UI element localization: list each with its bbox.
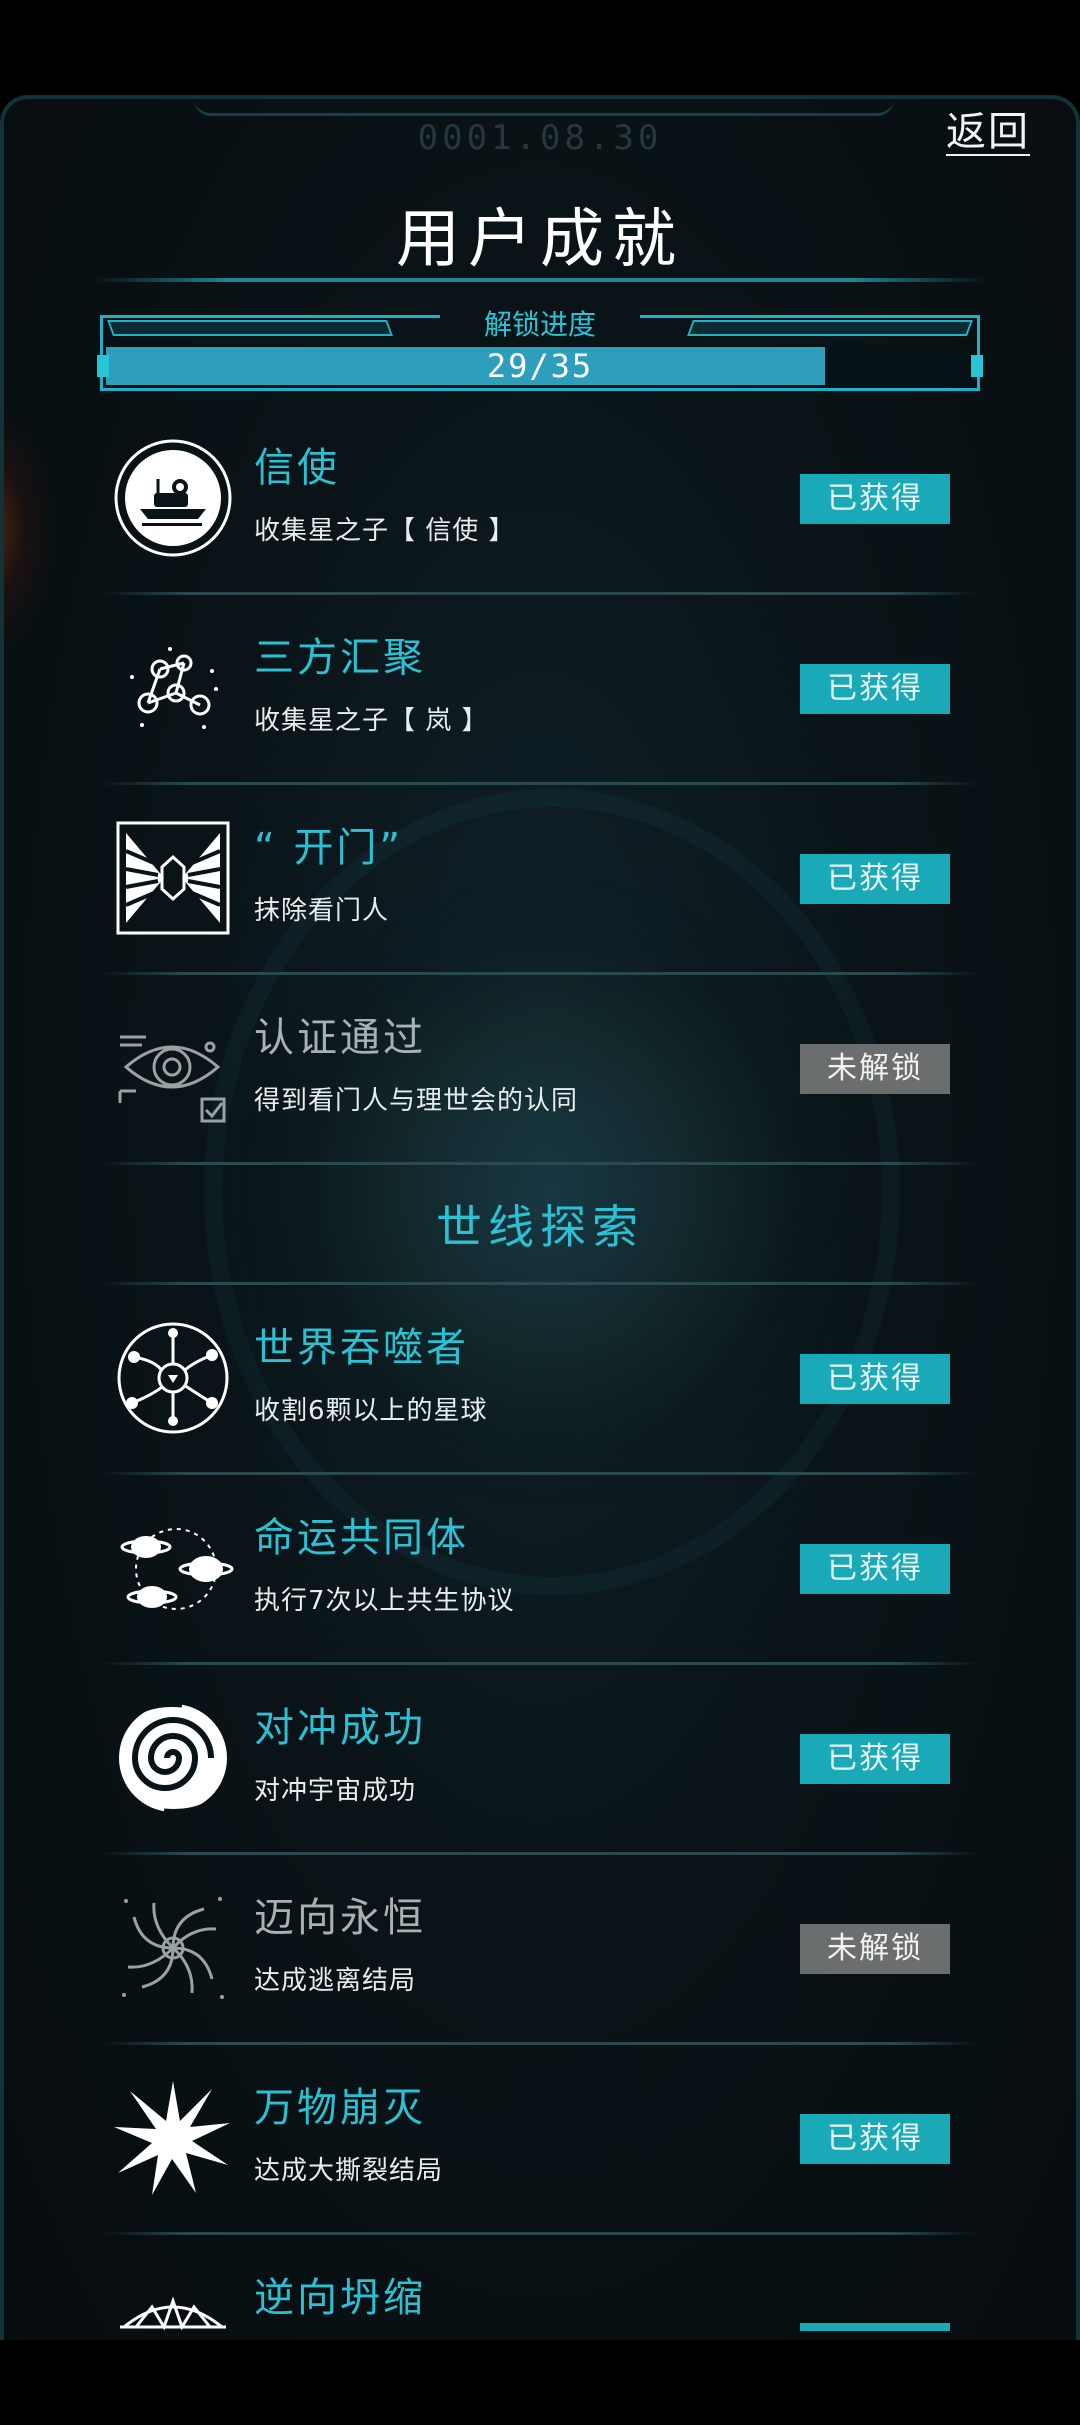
achievement-desc: 达成大撕裂结局 — [254, 2156, 444, 2186]
achievement-name: 三方汇聚 — [254, 635, 426, 681]
status-badge: 已获得 — [800, 1734, 950, 1784]
unlock-progress: 解锁进度 29/35 — [97, 305, 983, 391]
orbit-network-icon — [112, 1317, 234, 1439]
progress-track: 29/35 — [106, 347, 974, 385]
spiral-galaxy-icon — [112, 1887, 234, 2009]
achievement-item[interactable]: 信使 收集星之子【 信使 】 已获得 — [100, 405, 980, 595]
achievement-name: 命运共同体 — [254, 1515, 469, 1561]
achievement-item[interactable]: 对冲成功 对冲宇宙成功 已获得 — [100, 1665, 980, 1855]
achievement-name: 信使 — [254, 445, 340, 491]
achievement-item[interactable]: “ 开门” 抹除看门人 已获得 — [100, 785, 980, 975]
achievement-desc: 对冲宇宙成功 — [254, 1776, 417, 1806]
status-badge: 已获得 — [800, 1354, 950, 1404]
achievement-name: 认证通过 — [254, 1015, 426, 1061]
achievement-name: “ 开门” — [254, 825, 404, 871]
title-divider — [95, 278, 985, 282]
status-badge: 已获得 — [800, 2114, 950, 2164]
achievement-item[interactable]: 逆向坍缩 — [100, 2235, 980, 2425]
achievement-item[interactable]: 万物崩灭 达成大撕裂结局 已获得 — [100, 2045, 980, 2235]
game-date: 0001.08.30 — [417, 118, 663, 158]
achievement-desc: 收集星之子【 岚 】 — [254, 706, 489, 736]
status-badge — [800, 2323, 950, 2331]
status-badge: 已获得 — [800, 1544, 950, 1594]
achievement-desc: 达成逃离结局 — [254, 1966, 417, 1996]
achievement-desc: 收割6颗以上的星球 — [254, 1396, 488, 1426]
achievement-item[interactable]: 命运共同体 执行7次以上共生协议 已获得 — [100, 1475, 980, 1665]
achievement-desc: 收集星之子【 信使 】 — [254, 516, 516, 546]
achievement-name: 对冲成功 — [254, 1705, 426, 1751]
achievement-item[interactable]: 三方汇聚 收集星之子【 岚 】 已获得 — [100, 595, 980, 785]
starburst-icon — [112, 2077, 234, 2199]
achievement-list: 信使 收集星之子【 信使 】 已获得 三方汇聚 收集星之子【 岚 】 已获得 “… — [100, 405, 980, 2425]
eye-check-icon — [112, 1007, 234, 1129]
panel-top-trim — [194, 99, 894, 116]
achievement-desc: 抹除看门人 — [254, 896, 390, 926]
achievement-desc: 执行7次以上共生协议 — [254, 1586, 515, 1616]
back-button[interactable]: 返回 — [946, 110, 1030, 156]
achievement-name: 逆向坍缩 — [254, 2275, 426, 2321]
status-badge: 已获得 — [800, 664, 950, 714]
achievement-name: 万物崩灭 — [254, 2085, 426, 2131]
progress-count: 29/35 — [486, 347, 594, 385]
collapse-icon — [112, 2267, 234, 2389]
vortex-icon — [112, 1697, 234, 1819]
achievement-desc: 得到看门人与理世会的认同 — [254, 1086, 579, 1116]
achievement-name: 世界吞噬者 — [254, 1325, 469, 1371]
achievement-item[interactable]: 认证通过 得到看门人与理世会的认同 未解锁 — [100, 975, 980, 1165]
progress-cap-left — [97, 355, 109, 377]
background-glow — [4, 399, 54, 659]
status-badge: 未解锁 — [800, 1044, 950, 1094]
section-title: 世线探索 — [436, 1200, 644, 1254]
status-badge: 未解锁 — [800, 1924, 950, 1974]
achievement-name: 迈向永恒 — [254, 1895, 426, 1941]
constellation-icon — [112, 627, 234, 749]
progress-label: 解锁进度 — [483, 308, 596, 341]
section-header: 世线探索 — [100, 1165, 980, 1285]
progress-cap-right — [971, 355, 983, 377]
achievement-item[interactable]: 迈向永恒 达成逃离结局 未解锁 — [100, 1855, 980, 2045]
gate-icon — [112, 817, 234, 939]
planets-link-icon — [112, 1507, 234, 1629]
page-title: 用户成就 — [396, 203, 684, 277]
status-badge: 已获得 — [800, 854, 950, 904]
achievement-item[interactable]: 世界吞噬者 收割6颗以上的星球 已获得 — [100, 1285, 980, 1475]
status-badge: 已获得 — [800, 474, 950, 524]
spaceship-icon — [112, 437, 234, 559]
